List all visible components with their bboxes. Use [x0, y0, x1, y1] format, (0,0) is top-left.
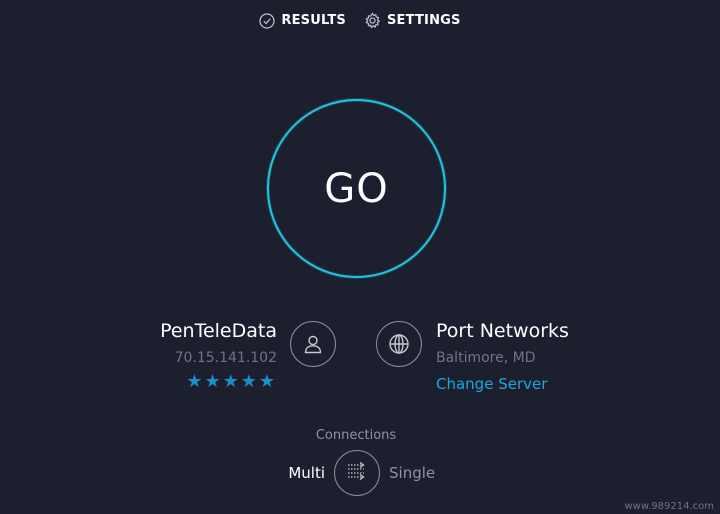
go-button[interactable]: GO	[267, 99, 446, 278]
isp-rating-stars[interactable]: ★★★★★	[160, 373, 277, 391]
connections-single-option[interactable]: Single	[389, 464, 435, 482]
server-location: Baltimore, MD	[436, 350, 536, 366]
check-circle-icon	[259, 12, 276, 29]
settings-nav-button[interactable]: SETTINGS	[364, 12, 461, 29]
go-label: GO	[324, 165, 389, 212]
isp-name: PenTeleData	[160, 320, 277, 342]
results-nav-button[interactable]: RESULTS	[259, 12, 346, 29]
settings-label: SETTINGS	[386, 13, 461, 28]
user-icon	[290, 321, 336, 367]
watermark-text: www.989214.com	[624, 501, 714, 512]
connections-multi-option[interactable]: Multi	[288, 464, 325, 482]
globe-icon[interactable]	[376, 321, 422, 367]
results-label: RESULTS	[281, 13, 346, 28]
connections-toggle-button[interactable]	[334, 450, 380, 496]
change-server-link[interactable]: Change Server	[436, 373, 569, 395]
connections-toggle-row: Multi Single	[0, 450, 720, 496]
ip-address: 70.15.141.102	[174, 350, 277, 366]
top-navigation: RESULTS SETTINGS	[0, 12, 720, 29]
server-info: Port Networks Baltimore, MD Change Serve…	[436, 318, 569, 395]
connections-label: Connections	[315, 428, 397, 443]
multi-connection-icon	[345, 459, 369, 487]
gear-icon	[364, 12, 381, 29]
server-name: Port Networks	[436, 320, 569, 342]
isp-info: PenTeleData 70.15.141.102 ★★★★★	[160, 318, 277, 391]
